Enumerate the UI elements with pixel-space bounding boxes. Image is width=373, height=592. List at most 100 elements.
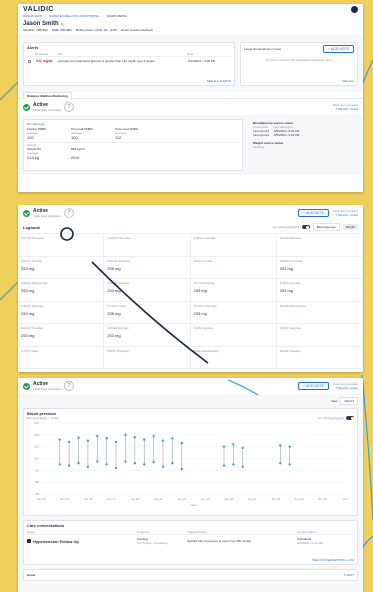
view-select[interactable]: Chart ▾ xyxy=(340,397,358,405)
logbook-cell[interactable]: 6/26/24 Thursday xyxy=(104,234,191,257)
logbook-cell[interactable]: 6/23/24 Sunday 253 mg xyxy=(18,256,105,279)
latest-note-body: The latest note for this participant wil… xyxy=(265,58,333,62)
tab-diabetes-monitoring[interactable]: Diabetes Mellitus Monitoring xyxy=(23,91,72,99)
x-tick-label: Jun 30 xyxy=(318,497,327,501)
care-col-triggered: Triggered alert xyxy=(187,530,207,534)
logbook-cell[interactable]: 6/24/24 Monday xyxy=(276,234,363,257)
chart-panel: Active Initial Data Uploaded ? + ADD NOT… xyxy=(18,378,363,592)
alert-date: 6/24/2024 • 1:08 PM xyxy=(188,59,216,63)
systolic-point xyxy=(171,437,174,440)
bmi-label: BMI kg/m² xyxy=(71,147,85,151)
see-conversations-link[interactable]: SEE CONVERSATIONS • LOG xyxy=(312,558,354,562)
logbook-cell[interactable]: 6/6/24 Thursday xyxy=(104,346,191,369)
breadcrumb-program[interactable]: DIABETES MELLITUS MONITORING xyxy=(49,14,100,18)
logbook-cell[interactable]: 6/5/24 Wednesday xyxy=(190,346,277,369)
logbook-cell[interactable]: 6/15/24 Saturday 253 mg xyxy=(18,301,105,324)
diastolic-point xyxy=(133,462,137,465)
logbook-cell[interactable]: 6/14/24 Friday 258 mg xyxy=(104,301,191,324)
logbook-cell-date: 6/21/24 Friday xyxy=(193,258,213,263)
logbook-cell-value: 253 mg xyxy=(21,265,35,271)
y-tick-label: 60 xyxy=(36,480,40,484)
logbook-select[interactable]: Blood glucose xyxy=(312,223,340,231)
see-all-notes-link[interactable]: SEE ALL xyxy=(342,79,354,83)
systolic-point xyxy=(279,444,282,447)
question-icon[interactable]: ? xyxy=(63,381,74,391)
date-range-select[interactable]: 7 Months • today xyxy=(333,107,358,111)
logbook-cell[interactable]: 6/4/24 Tuesday xyxy=(276,346,363,369)
logbook-cell[interactable]: 6/10/24 Monday 253 mg xyxy=(104,324,191,347)
logbook-panel: Active Initial Data Uploaded ? + ADD NOT… xyxy=(18,205,363,372)
systolic-point xyxy=(86,439,90,442)
question-icon[interactable]: ? xyxy=(63,208,74,218)
logbook-cell[interactable]: 6/22/24 Saturday 258 mg xyxy=(104,256,191,279)
logbook-weight-button[interactable]: Weight xyxy=(342,224,358,230)
logbook-cell[interactable]: 6/16/24 Sunday 253 mg xyxy=(276,279,363,302)
see-all-alerts-link[interactable]: SEE ALL ALERTS xyxy=(207,79,231,83)
weight-device-status: Pending xyxy=(253,145,265,149)
x-tick-label: Jun 20 xyxy=(83,497,92,501)
logbook-cell-date: 6/9/24 Sunday xyxy=(193,326,213,330)
systolic-point xyxy=(161,439,165,442)
logbook-cell[interactable]: 6/7/24 Friday xyxy=(18,346,105,369)
device-status-card: Bloodglucose source status Connection La… xyxy=(250,119,355,171)
diastolic-point xyxy=(279,462,282,465)
systolic-point xyxy=(58,438,61,441)
bp-toggle[interactable] xyxy=(346,416,354,420)
logbook-cell[interactable]: 6/25/24 Tuesday xyxy=(190,234,277,257)
latest-note-title: Latest shortcut/note 2 notes xyxy=(244,47,282,51)
logbook-cell[interactable]: 6/13/24 Thursday 253 mg xyxy=(190,301,277,324)
date-range-select[interactable]: 7 Months • today xyxy=(333,213,358,217)
logbook-cell[interactable]: 6/17/24 Monday 253 mg xyxy=(190,279,277,302)
systolic-point xyxy=(241,446,244,450)
care-conv-row[interactable]: Hypertension Follow Up Pending 4 of 6 da… xyxy=(27,537,354,545)
postmeal-value: 112 xyxy=(115,135,122,140)
patient-email: Email: [email protected] xyxy=(121,28,153,32)
logbook-toggle[interactable] xyxy=(301,225,310,229)
bloodglucose-section: Bloodglucose xyxy=(27,122,46,126)
alert-checkbox[interactable] xyxy=(28,59,31,63)
add-note-button[interactable]: + ADD NOTE xyxy=(323,45,354,53)
systolic-point xyxy=(133,436,137,439)
goals-edit-button[interactable]: ✎ EDIT xyxy=(344,573,354,577)
device-row-status: Last synced xyxy=(253,133,270,137)
logbook-cell[interactable]: 6/11/24 Tuesday 253 mg xyxy=(18,324,105,347)
add-note-button[interactable]: + ADD NOTE xyxy=(298,382,329,390)
logbook-cell[interactable]: 6/9/24 Sunday xyxy=(190,324,277,347)
user-icon[interactable] xyxy=(351,5,358,13)
logbook-cell-value: 253 mg xyxy=(21,288,35,293)
systolic-point xyxy=(152,434,155,438)
diastolic-point xyxy=(114,466,118,470)
alerts-col-reviewed: Reviewed xyxy=(35,52,49,56)
logbook-cell[interactable]: 6/20/24 Thursday 253 mg xyxy=(276,256,363,279)
alert-text: Average pre-meal blood glucose is greate… xyxy=(58,59,155,63)
date-range-select[interactable]: 7 Months • today xyxy=(333,386,358,390)
logbook-cell-date: 6/7/24 Friday xyxy=(21,348,39,353)
logbook-cell[interactable]: 6/8/24 Saturday xyxy=(276,324,363,347)
x-tick-label: Jun 25 xyxy=(201,497,210,501)
app-logo: VALIDIC xyxy=(23,5,54,13)
alert-row[interactable]: 542 mg/dL Average pre-meal blood glucose… xyxy=(27,57,231,65)
patient-name: Jason Smith xyxy=(23,21,59,27)
logbook-cell[interactable]: 6/12/24 Wednesday xyxy=(276,301,363,324)
x-tick-label: Jun 27 xyxy=(248,497,257,501)
logbook-cell-date: 6/6/24 Thursday xyxy=(107,348,129,353)
alerts-col-date: Date xyxy=(187,52,194,56)
systolic-point xyxy=(114,440,118,444)
logbook-cell[interactable]: 6/19/24 Wednesday 253 mg xyxy=(18,279,105,302)
logbook-cell-value: 253 mg xyxy=(193,288,207,293)
y-tick-label: 80 xyxy=(36,468,40,472)
question-icon[interactable]: ? xyxy=(63,102,74,112)
systolic-point xyxy=(67,440,71,444)
breadcrumb-dashboard[interactable]: DASHBOARD xyxy=(23,14,42,18)
diastolic-point xyxy=(86,465,90,468)
diastolic-point xyxy=(180,467,183,471)
premeal-value: 100 xyxy=(71,135,78,140)
logbook-cell[interactable]: 6/27/24 Thursday xyxy=(18,234,105,257)
logbook-cell-value: 253 mg xyxy=(107,333,121,338)
logbook-cell[interactable]: 6/21/24 Friday xyxy=(190,256,277,279)
edit-icon[interactable]: ✎ xyxy=(61,22,64,27)
systolic-point xyxy=(105,437,108,440)
add-note-button[interactable]: + ADD NOTE xyxy=(298,209,329,217)
logbook-cell-value: 253 mg xyxy=(279,265,294,271)
logbook-cell[interactable]: 6/18/24 Tuesday 253 mg xyxy=(104,279,191,302)
